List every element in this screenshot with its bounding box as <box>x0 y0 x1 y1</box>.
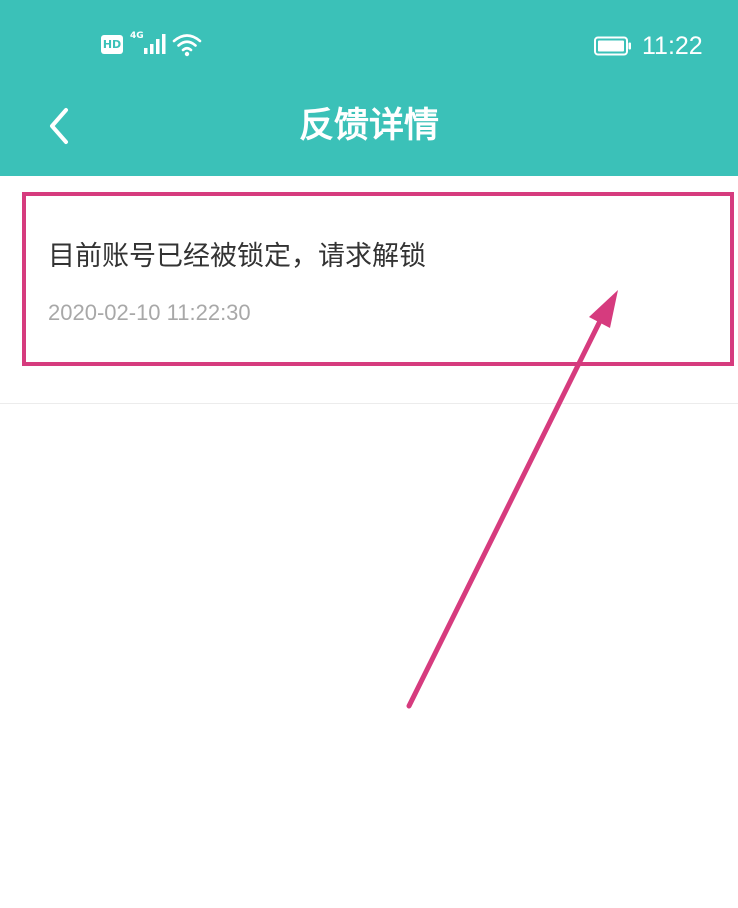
page-title: 反馈详情 <box>298 106 439 146</box>
hd-icon: HD <box>101 35 123 54</box>
feedback-item <box>0 176 738 404</box>
back-button[interactable] <box>36 100 84 152</box>
status-time: 11:22 <box>642 32 703 60</box>
network-type-label: 4G <box>130 31 144 41</box>
battery-icon <box>594 36 631 56</box>
signal-bars-icon <box>144 34 166 54</box>
feedback-detail-screen: HD 4G 11:22 反馈详情 目前账号已经被锁定，请求解锁 2020-02-… <box>0 0 738 908</box>
wifi-icon <box>172 34 202 57</box>
feedback-content: 目前账号已经被锁定，请求解锁 <box>48 241 426 272</box>
chevron-left-icon <box>50 108 68 144</box>
app-header: HD 4G 11:22 反馈详情 <box>0 0 738 176</box>
feedback-timestamp: 2020-02-10 11:22:30 <box>48 300 251 325</box>
status-bar: HD 4G 11:22 <box>0 0 738 90</box>
